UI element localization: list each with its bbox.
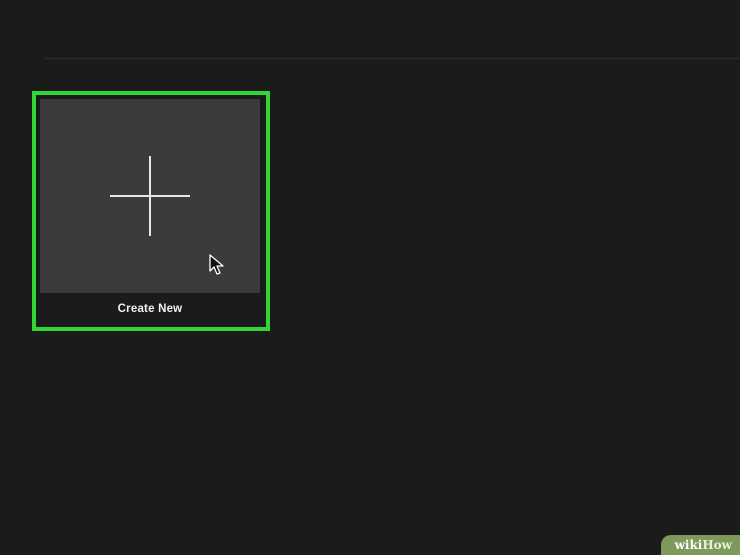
create-new-thumbnail[interactable] (40, 99, 260, 293)
create-new-project-button[interactable]: Create New (40, 99, 262, 323)
create-new-label: Create New (117, 303, 183, 315)
watermark-prefix: wiki (674, 538, 703, 552)
projects-page: Create New wikiHow (0, 0, 740, 555)
header-divider (44, 58, 740, 59)
watermark-suffix: How (702, 538, 732, 552)
mouse-pointer-icon (209, 254, 224, 275)
plus-icon (110, 156, 190, 236)
wikihow-watermark: wikiHow (660, 535, 740, 555)
